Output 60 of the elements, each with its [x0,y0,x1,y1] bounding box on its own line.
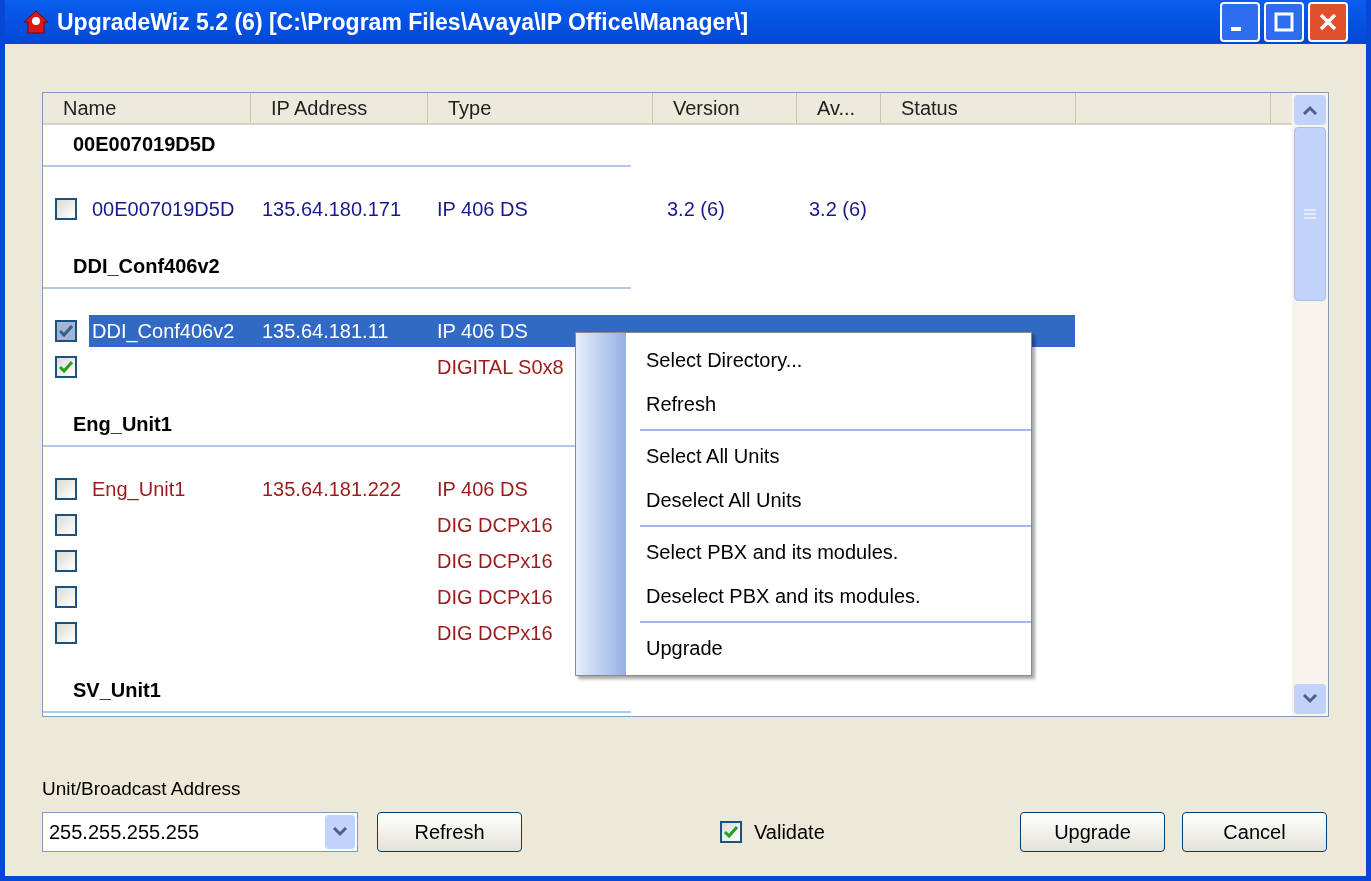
push-button[interactable]: Cancel [1182,811,1327,852]
grip-icon [1304,209,1316,219]
table-cell-text: 135.64.181.222 [262,477,403,502]
table-cell-text: DIG DCPx16 [437,621,554,646]
checkbox[interactable] [55,586,77,608]
checkbox[interactable] [55,514,77,536]
column-header[interactable]: Type [428,93,653,123]
window-title: UpgradeWiz 5.2 (6) [C:\Program Files\Avaya\IP Office\Manager\] [57,7,749,37]
minimize-icon [1231,27,1241,31]
address-combo-box[interactable]: 255.255.255.255 [42,811,358,852]
checkbox[interactable] [55,198,77,220]
checkbox[interactable] [55,478,77,500]
push-button[interactable]: Upgrade [1020,811,1165,852]
menu-item[interactable]: Refresh [626,382,1031,426]
table-cell-text: DDI_Conf406v2 [91,319,236,345]
menu-item[interactable]: Upgrade [640,626,1031,670]
push-button[interactable]: Refresh [377,811,522,852]
menu-item[interactable]: Select PBX and its modules. [640,530,1031,574]
table-cell-text: IP 406 DS [437,319,529,344]
group-heading: 00E007019D5D [73,133,216,155]
maximize-button[interactable] [1264,2,1304,42]
group-heading: DDI_Conf406v2 [73,255,220,277]
column-header[interactable]: Name [43,93,251,123]
table-cell-text: 3.2 (6) [667,197,726,222]
column-header[interactable]: Status [881,93,1076,123]
table-row[interactable]: 00E007019D5D 135.64.180.171 IP 406 DS 3.2 (6) 3.2 (6) [89,193,1075,225]
checkmark-icon [59,325,73,337]
table-cell-text: Eng_Unit1 [91,477,187,503]
group-heading: SV_Unit1 [73,679,161,701]
checkbox[interactable] [55,356,77,378]
scroll-down-icon [1302,694,1318,704]
menu-item[interactable]: Deselect PBX and its modules. [640,574,1031,618]
maximize-icon [1273,11,1295,33]
table-cell-text: 00E007019D5D [91,197,236,222]
checkbox[interactable] [55,320,77,342]
scroll-up-icon [1302,105,1318,115]
table-cell-text: DIG DCPx16 [437,513,554,538]
table-cell-text: 135.64.180.171 [262,197,403,222]
table-cell-text: IP 406 DS [437,197,529,222]
close-button[interactable] [1308,2,1348,42]
column-header[interactable]: Version [653,93,797,123]
table-cell-text: 3.2 (6) [809,197,868,222]
scrollbar[interactable] [1292,93,1328,716]
checkmark-icon [59,361,73,373]
scroll-thumb[interactable] [1294,127,1326,301]
group-heading: Eng_Unit1 [73,413,172,435]
column-header[interactable]: IP Address [251,93,428,123]
checkbox[interactable] [55,550,77,572]
field-label: Unit/Broadcast Address [42,777,242,801]
checkbox-label: Validate [754,819,825,845]
close-icon [1317,11,1339,33]
table-cell-text: 135.64.181.11 [262,319,390,344]
checkmark-icon [724,825,738,838]
checkbox[interactable] [720,820,742,843]
menu-item[interactable]: Select All Units [640,434,1031,478]
column-header[interactable]: Av... [797,93,881,123]
minimize-button[interactable] [1220,2,1260,42]
checkbox[interactable] [55,622,77,644]
house-icon [23,9,49,35]
menu-item[interactable]: Deselect All Units [640,478,1031,522]
